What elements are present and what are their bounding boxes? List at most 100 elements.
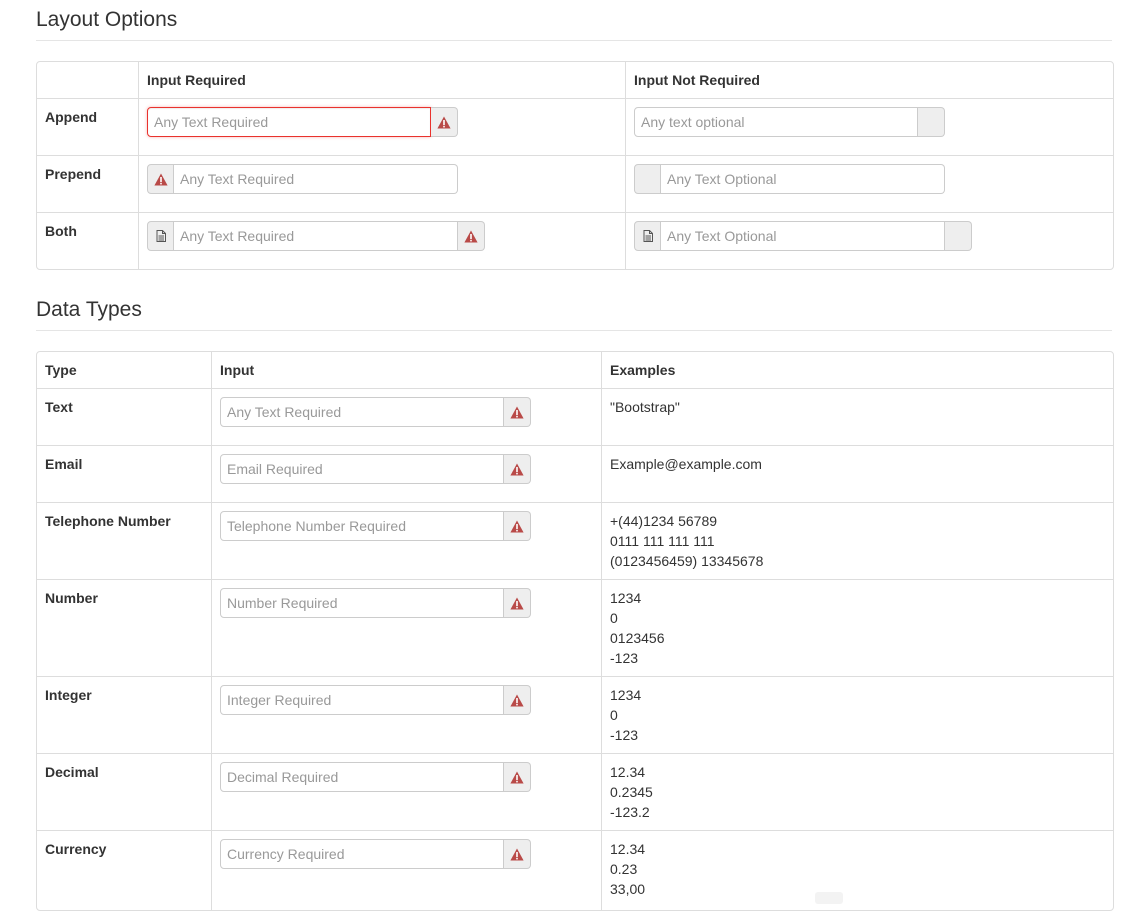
example-value: 33,00	[610, 881, 646, 897]
warning-sign-icon	[510, 694, 524, 706]
warning-addon	[504, 397, 531, 427]
table-row: Integer 1234 0 -123	[37, 676, 1113, 753]
examples-cell: 12.34 0.2345 -123.2	[601, 753, 1113, 830]
type-label: Currency	[37, 830, 211, 910]
example-value: 0.23	[610, 861, 638, 877]
empty-addon	[634, 164, 661, 194]
warning-addon	[504, 762, 531, 792]
examples-cell: +(44)1234 56789 0111 111 111 111 (01234564…	[601, 502, 1113, 579]
warning-addon	[431, 107, 458, 137]
layout-options-heading: Layout Options	[36, 0, 1112, 41]
row-label-both: Both	[37, 212, 138, 269]
header-input: Input	[211, 352, 601, 388]
type-input[interactable]	[220, 397, 504, 427]
examples-cell: 12.34 0.23 33,00	[601, 830, 1113, 910]
warning-addon	[504, 454, 531, 484]
table-row: Email Example@example.com	[37, 445, 1113, 502]
example-value: 0	[610, 707, 618, 723]
required-input-group	[220, 588, 593, 618]
file-icon	[156, 230, 166, 242]
example-value: +(44)1234 56789	[610, 513, 718, 529]
data-types-body: Text "Bootstrap" Email Example@example.com T…	[37, 388, 1113, 910]
warning-sign-icon	[510, 520, 524, 532]
example-value: 0123456	[610, 630, 665, 646]
warning-sign-icon	[510, 597, 524, 609]
warning-addon	[504, 588, 531, 618]
warning-sign-icon	[510, 406, 524, 418]
append-required-input[interactable]	[147, 107, 431, 137]
warning-addon	[504, 685, 531, 715]
examples-cell: "Bootstrap"	[601, 388, 1113, 445]
header-input-required: Input Required	[138, 62, 625, 98]
table-row: Text "Bootstrap"	[37, 388, 1113, 445]
prepend-optional-input[interactable]	[661, 164, 945, 194]
type-label: Text	[37, 388, 211, 445]
examples-cell: Example@example.com	[601, 445, 1113, 502]
type-input[interactable]	[220, 588, 504, 618]
warning-sign-icon	[510, 771, 524, 783]
type-label: Integer	[37, 676, 211, 753]
type-input[interactable]	[220, 839, 504, 869]
empty-addon	[918, 107, 945, 137]
both-required-input[interactable]	[174, 221, 458, 251]
type-label: Number	[37, 579, 211, 676]
warning-addon	[458, 221, 485, 251]
header-input-not-required: Input Not Required	[625, 62, 1113, 98]
type-input[interactable]	[220, 511, 504, 541]
data-types-heading: Data Types	[36, 290, 1112, 331]
required-input-group	[220, 839, 593, 869]
example-value: "Bootstrap"	[610, 399, 680, 415]
file-addon	[147, 221, 174, 251]
warning-addon	[147, 164, 174, 194]
warning-sign-icon	[510, 463, 524, 475]
both-optional-group	[634, 221, 1105, 251]
row-label-append: Append	[37, 98, 138, 155]
table-row: Decimal 12.34 0.2345 -123.2	[37, 753, 1113, 830]
example-value: 12.34	[610, 841, 646, 857]
type-input[interactable]	[220, 454, 504, 484]
layout-options-table: Input Required Input Not Required Append	[36, 61, 1114, 270]
required-input-group	[220, 762, 593, 792]
example-value: 0.2345	[610, 784, 653, 800]
table-row: Currency 12.34 0.23 33,00	[37, 830, 1113, 910]
type-label: Telephone Number	[37, 502, 211, 579]
example-value: 1234	[610, 687, 642, 703]
scroll-button[interactable]	[815, 892, 843, 904]
warning-sign-icon	[437, 116, 451, 128]
data-types-table: Type Input Examples Text "Bootstrap" Email…	[36, 351, 1114, 911]
header-type: Type	[45, 362, 77, 378]
prepend-required-input[interactable]	[174, 164, 458, 194]
type-label: Decimal	[37, 753, 211, 830]
file-icon	[643, 230, 653, 242]
required-input-group	[220, 511, 593, 541]
required-input-group	[220, 397, 593, 427]
example-value: -123	[610, 727, 639, 743]
empty-addon	[945, 221, 972, 251]
example-value: 12.34	[610, 764, 646, 780]
example-value: -123	[610, 650, 639, 666]
examples-cell: 1234 0 0123456 -123	[601, 579, 1113, 676]
both-optional-input[interactable]	[661, 221, 945, 251]
type-input[interactable]	[220, 762, 504, 792]
prepend-optional-group	[634, 164, 1105, 194]
warning-addon	[504, 839, 531, 869]
prepend-required-group	[147, 164, 617, 194]
required-input-group	[220, 685, 593, 715]
append-optional-input[interactable]	[634, 107, 918, 137]
header-examples: Examples	[601, 352, 1113, 388]
example-value: 0	[610, 610, 618, 626]
table-row: Telephone Number +(44)1234 56789 0111 111 …	[37, 502, 1113, 579]
append-required-group	[147, 107, 617, 137]
example-value: Example@example.com	[610, 456, 762, 472]
warning-sign-icon	[464, 230, 478, 242]
type-input[interactable]	[220, 685, 504, 715]
warning-sign-icon	[510, 848, 524, 860]
type-label: Email	[37, 445, 211, 502]
required-input-group	[220, 454, 593, 484]
header-blank	[37, 62, 138, 98]
row-label-prepend: Prepend	[37, 155, 138, 212]
both-required-group	[147, 221, 617, 251]
example-value: -123.2	[610, 804, 650, 820]
append-optional-group	[634, 107, 1105, 137]
example-value: 1234	[610, 590, 642, 606]
